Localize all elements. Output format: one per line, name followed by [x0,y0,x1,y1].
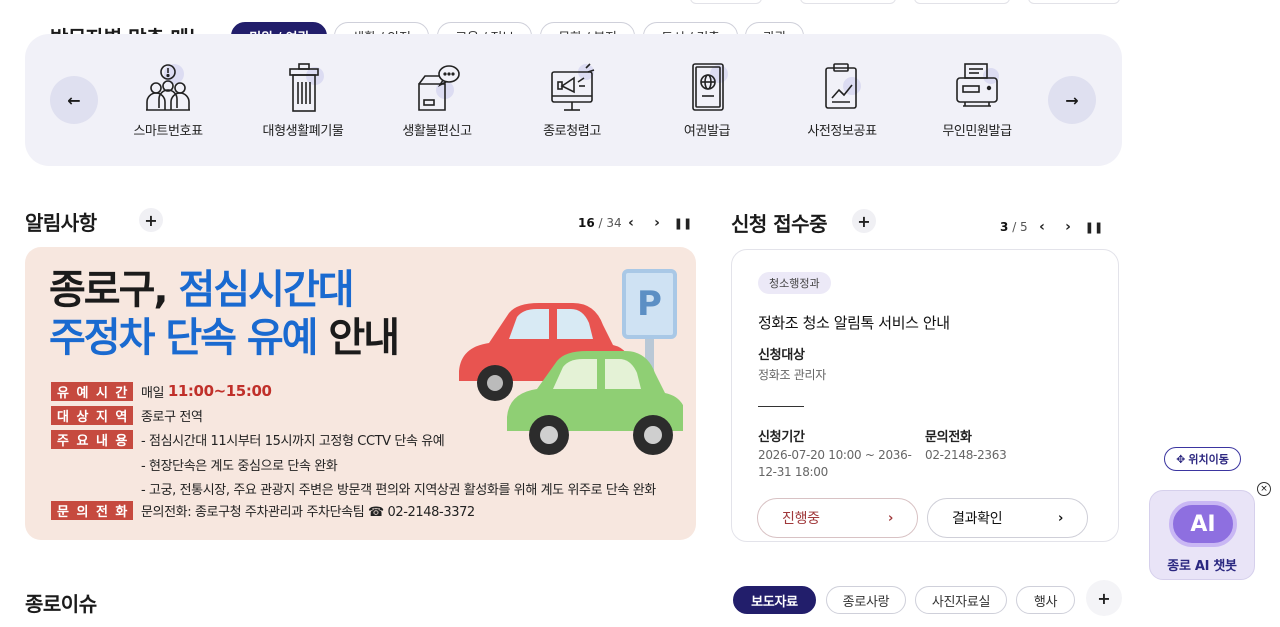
kiosk-printer-icon [947,60,1007,116]
chevron-right-icon: › [887,510,893,526]
top-remnant-button [914,0,1010,4]
banner-row-area: 대상지역 종로구 전역 [51,405,203,425]
menu-item-integrity[interactable]: 종로청렴고 [512,60,632,150]
applications-pager-total: / 5 [1012,220,1028,234]
application-card: 청소행정과 정화조 청소 알림톡 서비스 안내 신청대상 정화조 관리자 신청기… [731,249,1119,542]
top-remnant-button [1028,0,1120,4]
banner-tag-time: 유예시간 [51,381,133,401]
menu-item-large-waste[interactable]: 대형생활폐기물 [243,60,363,150]
menu-item-label: 대형생활폐기물 [262,124,344,139]
application-title[interactable]: 정화조 청소 알림톡 서비스 안내 [758,312,950,333]
menu-item-pre-disclosure[interactable]: 사전정보공표 [782,60,902,150]
tab-photo-archive[interactable]: 사진자료실 [915,586,1007,614]
close-icon[interactable]: × [1257,482,1271,496]
applications-pager: 3 / 5 [1000,220,1028,234]
period-label: 신청기간 [758,430,805,445]
menu-item-label: 스마트번호표 [133,124,203,139]
target-value: 정화조 관리자 [758,368,826,382]
ai-chatbot-button[interactable]: AI 종로 AI 챗봇 [1149,490,1255,580]
menu-item-label: 생활불편신고 [402,124,472,139]
banner-sub-line: - 현장단속은 계도 중심으로 단속 완화 [141,459,338,474]
megaphone-monitor-icon [542,60,602,116]
move-arrows-icon: ✥ [1176,452,1186,466]
menu-item-passport[interactable]: 여권발급 [647,60,767,150]
notice-banner[interactable]: 종로구, 점심시간대 주정차 단속 유예 안내 P 유예시간 매일 11:00~… [25,247,696,540]
menu-item-label: 여권발급 [683,124,731,139]
complaint-box-icon [407,60,467,116]
tab-jongno-love[interactable]: 종로사랑 [826,586,906,614]
notices-more-button[interactable]: + [139,208,163,232]
passport-icon [677,60,737,116]
tab-events[interactable]: 행사 [1016,586,1075,614]
menu-item-label: 무인민원발급 [942,124,1012,139]
menu-prev-button[interactable]: ← [50,76,98,124]
notices-pause-icon[interactable]: ❚❚ [674,214,692,232]
in-progress-button[interactable]: 진행중 › [757,498,918,538]
check-result-button[interactable]: 결과확인 › [927,498,1088,538]
menu-item-smart-number[interactable]: 스마트번호표 [108,60,228,150]
applications-pause-icon[interactable]: ❚❚ [1085,218,1103,236]
phone-label: 문의전화 [925,430,972,445]
banner-row-time: 유예시간 매일 11:00~15:00 [51,381,272,401]
banner-tag-area: 대상지역 [51,405,133,425]
applications-more-button[interactable]: + [852,209,876,233]
top-remnant-button [690,0,762,4]
banner-row-content: 주요내용 - 점심시간대 11시부터 15시까지 고정형 CCTV 단속 유예 [51,429,445,449]
top-remnant-button [800,0,896,4]
banner-headline-line1: 종로구, 점심시간대 [49,267,355,313]
phone-value: 02-2148-2363 [925,448,1007,462]
menu-item-label: 사전정보공표 [807,124,877,139]
tab-press-release[interactable]: 보도자료 [733,586,816,614]
menu-item-complaint[interactable]: 생활불편신고 [377,60,497,150]
department-badge: 청소행정과 [758,272,831,294]
notices-pager: 16 / 34 [578,216,622,230]
divider [758,406,804,407]
issues-more-button[interactable]: + [1086,580,1122,616]
menu-next-button[interactable]: → [1048,76,1096,124]
issues-title: 종로이슈 [25,592,97,616]
queue-ticket-icon [138,60,198,116]
applications-prev-icon[interactable]: ‹ [1034,218,1050,236]
banner-tag-contact: 문의전화 [51,500,133,520]
notices-title: 알림사항 [25,211,97,235]
banner-row-contact: 문의전화 문의전화: 종로구청 주차관리과 주차단속팀 ☎ 02-2148-33… [51,500,475,520]
notices-prev-icon[interactable]: ‹ [623,214,639,232]
chevron-right-icon: › [1057,510,1063,526]
notices-pager-total: / 34 [598,216,622,230]
ai-chat-bubble-icon: AI [1169,501,1237,547]
trash-bin-icon [273,60,333,116]
banner-tag-content: 주요내용 [51,429,133,449]
banner-sub-line: - 고궁, 전통시장, 주요 관광지 주변은 방문객 편의와 지역상권 활성화를… [141,483,656,498]
period-value: 2026-07-20 10:00 ~ 2036-12-31 18:00 [758,448,912,479]
notices-next-icon[interactable]: › [649,214,665,232]
clipboard-chart-icon [812,60,872,116]
car-illustration [459,303,683,455]
menu-item-kiosk[interactable]: 무인민원발급 [917,60,1037,150]
applications-next-icon[interactable]: › [1060,218,1076,236]
notices-pager-current: 16 [578,216,595,230]
menu-item-label: 종로청렴고 [543,124,601,139]
banner-headline-line2: 주정차 단속 유예 안내 [49,315,400,361]
chatbot-label: 종로 AI 챗봇 [1167,559,1237,574]
move-position-button[interactable]: ✥ 위치이동 [1164,447,1241,471]
applications-title: 신청 접수중 [731,212,827,236]
applications-pager-current: 3 [1000,220,1009,234]
target-label: 신청대상 [758,348,805,363]
